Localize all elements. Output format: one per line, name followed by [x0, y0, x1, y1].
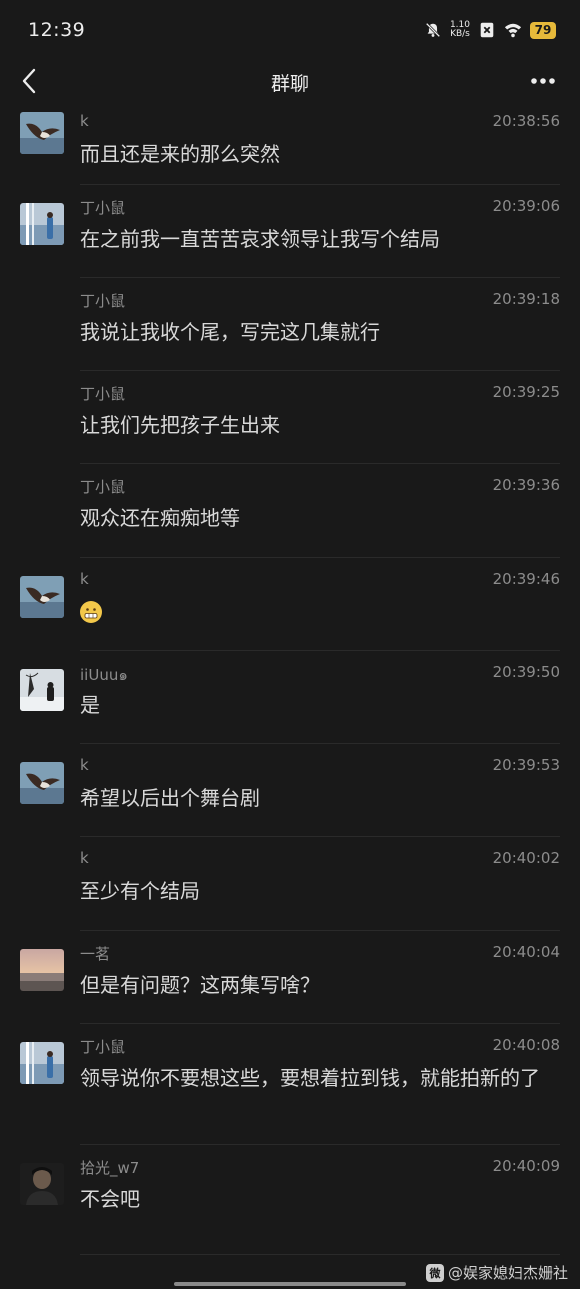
message-item[interactable]: 丁小鼠 20:40:08 领导说你不要想这些，要想着拉到钱，就能拍新的了	[0, 1024, 580, 1145]
avatar[interactable]	[20, 1163, 64, 1205]
message-time: 20:39:18	[492, 290, 560, 308]
message-time: 20:40:04	[492, 943, 560, 961]
message-item[interactable]: k 20:39:53 希望以后出个舞台剧	[0, 744, 580, 837]
message-text: 观众还在痴痴地等	[80, 506, 240, 530]
home-indicator[interactable]	[174, 1282, 406, 1286]
sender-name: k	[80, 570, 89, 588]
message-time: 20:40:02	[492, 849, 560, 867]
message-text: 领导说你不要想这些，要想着拉到钱，就能拍新的了	[80, 1066, 540, 1090]
message-item[interactable]: 一茗 20:40:04 但是有问题？这两集写啥？	[0, 931, 580, 1024]
message-text: 让我们先把孩子生出来	[80, 413, 280, 437]
watermark: 微 @娱家媳妇杰姗社	[425, 1262, 568, 1283]
message-item[interactable]: 拾光_w7 20:40:09 不会吧	[0, 1145, 580, 1255]
sender-name: 丁小鼠	[80, 292, 126, 310]
message-item[interactable]: 丁小鼠 20:39:18 我说让我收个尾，写完这几集就行	[0, 278, 580, 371]
message-text: 但是有问题？这两集写啥？	[80, 973, 320, 997]
message-item[interactable]: 丁小鼠 20:39:06 在之前我一直苦苦哀求领导让我写个结局	[0, 185, 580, 278]
message-item[interactable]: 丁小鼠 20:39:36 观众还在痴痴地等	[0, 464, 580, 558]
sender-name: 丁小鼠	[80, 1038, 126, 1056]
message-text: 在之前我一直苦苦哀求领导让我写个结局	[80, 227, 440, 251]
battery-icon: 79	[530, 21, 556, 39]
status-bar: 12:39 1.10 KB/s 79	[0, 0, 580, 60]
sender-name: 一茗	[80, 945, 111, 963]
weibo-logo-icon: 微	[425, 1263, 444, 1282]
message-list[interactable]: k 20:38:56 而且还是来的那么突然 丁小鼠 20:39:06 在之前我一…	[0, 100, 580, 1255]
message-time: 20:40:08	[492, 1036, 560, 1054]
more-icon	[531, 78, 555, 84]
message-text: 是	[80, 693, 100, 717]
page-title: 群聊	[270, 72, 309, 95]
message-text: 至少有个结局	[80, 879, 200, 903]
net-speed: 1.10 KB/s	[450, 21, 470, 39]
data-icon	[480, 22, 494, 38]
sender-name: 拾光_w7	[80, 1159, 140, 1177]
message-time: 20:38:56	[492, 112, 560, 130]
nav-bar: 群聊	[0, 60, 580, 104]
message-text: 而且还是来的那么突然	[80, 142, 280, 166]
message-time: 20:40:09	[492, 1157, 560, 1175]
message-text: 希望以后出个舞台剧	[80, 786, 260, 810]
message-text: 不会吧	[80, 1187, 140, 1211]
message-item[interactable]: k 20:38:56 而且还是来的那么突然	[0, 100, 580, 185]
avatar[interactable]	[20, 1042, 64, 1084]
message-time: 20:39:06	[492, 197, 560, 215]
grimace-emoji-icon	[80, 601, 102, 623]
bell-muted-icon	[425, 22, 441, 38]
status-time: 12:39	[28, 19, 86, 41]
sender-name: 丁小鼠	[80, 478, 126, 496]
message-time: 20:39:25	[492, 383, 560, 401]
chevron-left-icon	[22, 68, 36, 94]
avatar[interactable]	[20, 112, 64, 154]
message-text: 我说让我收个尾，写完这几集就行	[80, 320, 380, 344]
back-button[interactable]	[14, 66, 44, 96]
sender-name: k	[80, 112, 89, 130]
message-item[interactable]: 丁小鼠 20:39:25 让我们先把孩子生出来	[0, 371, 580, 464]
status-icons: 1.10 KB/s 79	[424, 21, 556, 39]
avatar[interactable]	[20, 669, 64, 711]
message-time: 20:39:50	[492, 663, 560, 681]
message-time: 20:39:53	[492, 756, 560, 774]
watermark-text: @娱家媳妇杰姗社	[447, 1264, 568, 1282]
avatar[interactable]	[20, 762, 64, 804]
divider	[80, 1254, 560, 1255]
message-item[interactable]: iiUuu๑ 20:39:50 是	[0, 651, 580, 744]
message-text	[80, 598, 550, 628]
message-item[interactable]: k 20:40:02 至少有个结局	[0, 837, 580, 931]
sender-name: k	[80, 756, 89, 774]
sender-name: k	[80, 849, 89, 867]
wifi-icon	[504, 23, 522, 38]
avatar[interactable]	[20, 576, 64, 618]
more-button[interactable]	[526, 68, 560, 94]
chat-screen: { "status_bar": { "time": "12:39", "net_…	[0, 0, 580, 1289]
avatar[interactable]	[20, 203, 64, 245]
message-time: 20:39:46	[492, 570, 560, 588]
message-time: 20:39:36	[492, 476, 560, 494]
sender-name: iiUuu๑	[80, 666, 128, 684]
avatar[interactable]	[20, 949, 64, 991]
message-item[interactable]: k 20:39:46	[0, 558, 580, 651]
sender-name: 丁小鼠	[80, 199, 126, 217]
net-speed-unit: KB/s	[450, 29, 470, 39]
sender-name: 丁小鼠	[80, 385, 126, 403]
